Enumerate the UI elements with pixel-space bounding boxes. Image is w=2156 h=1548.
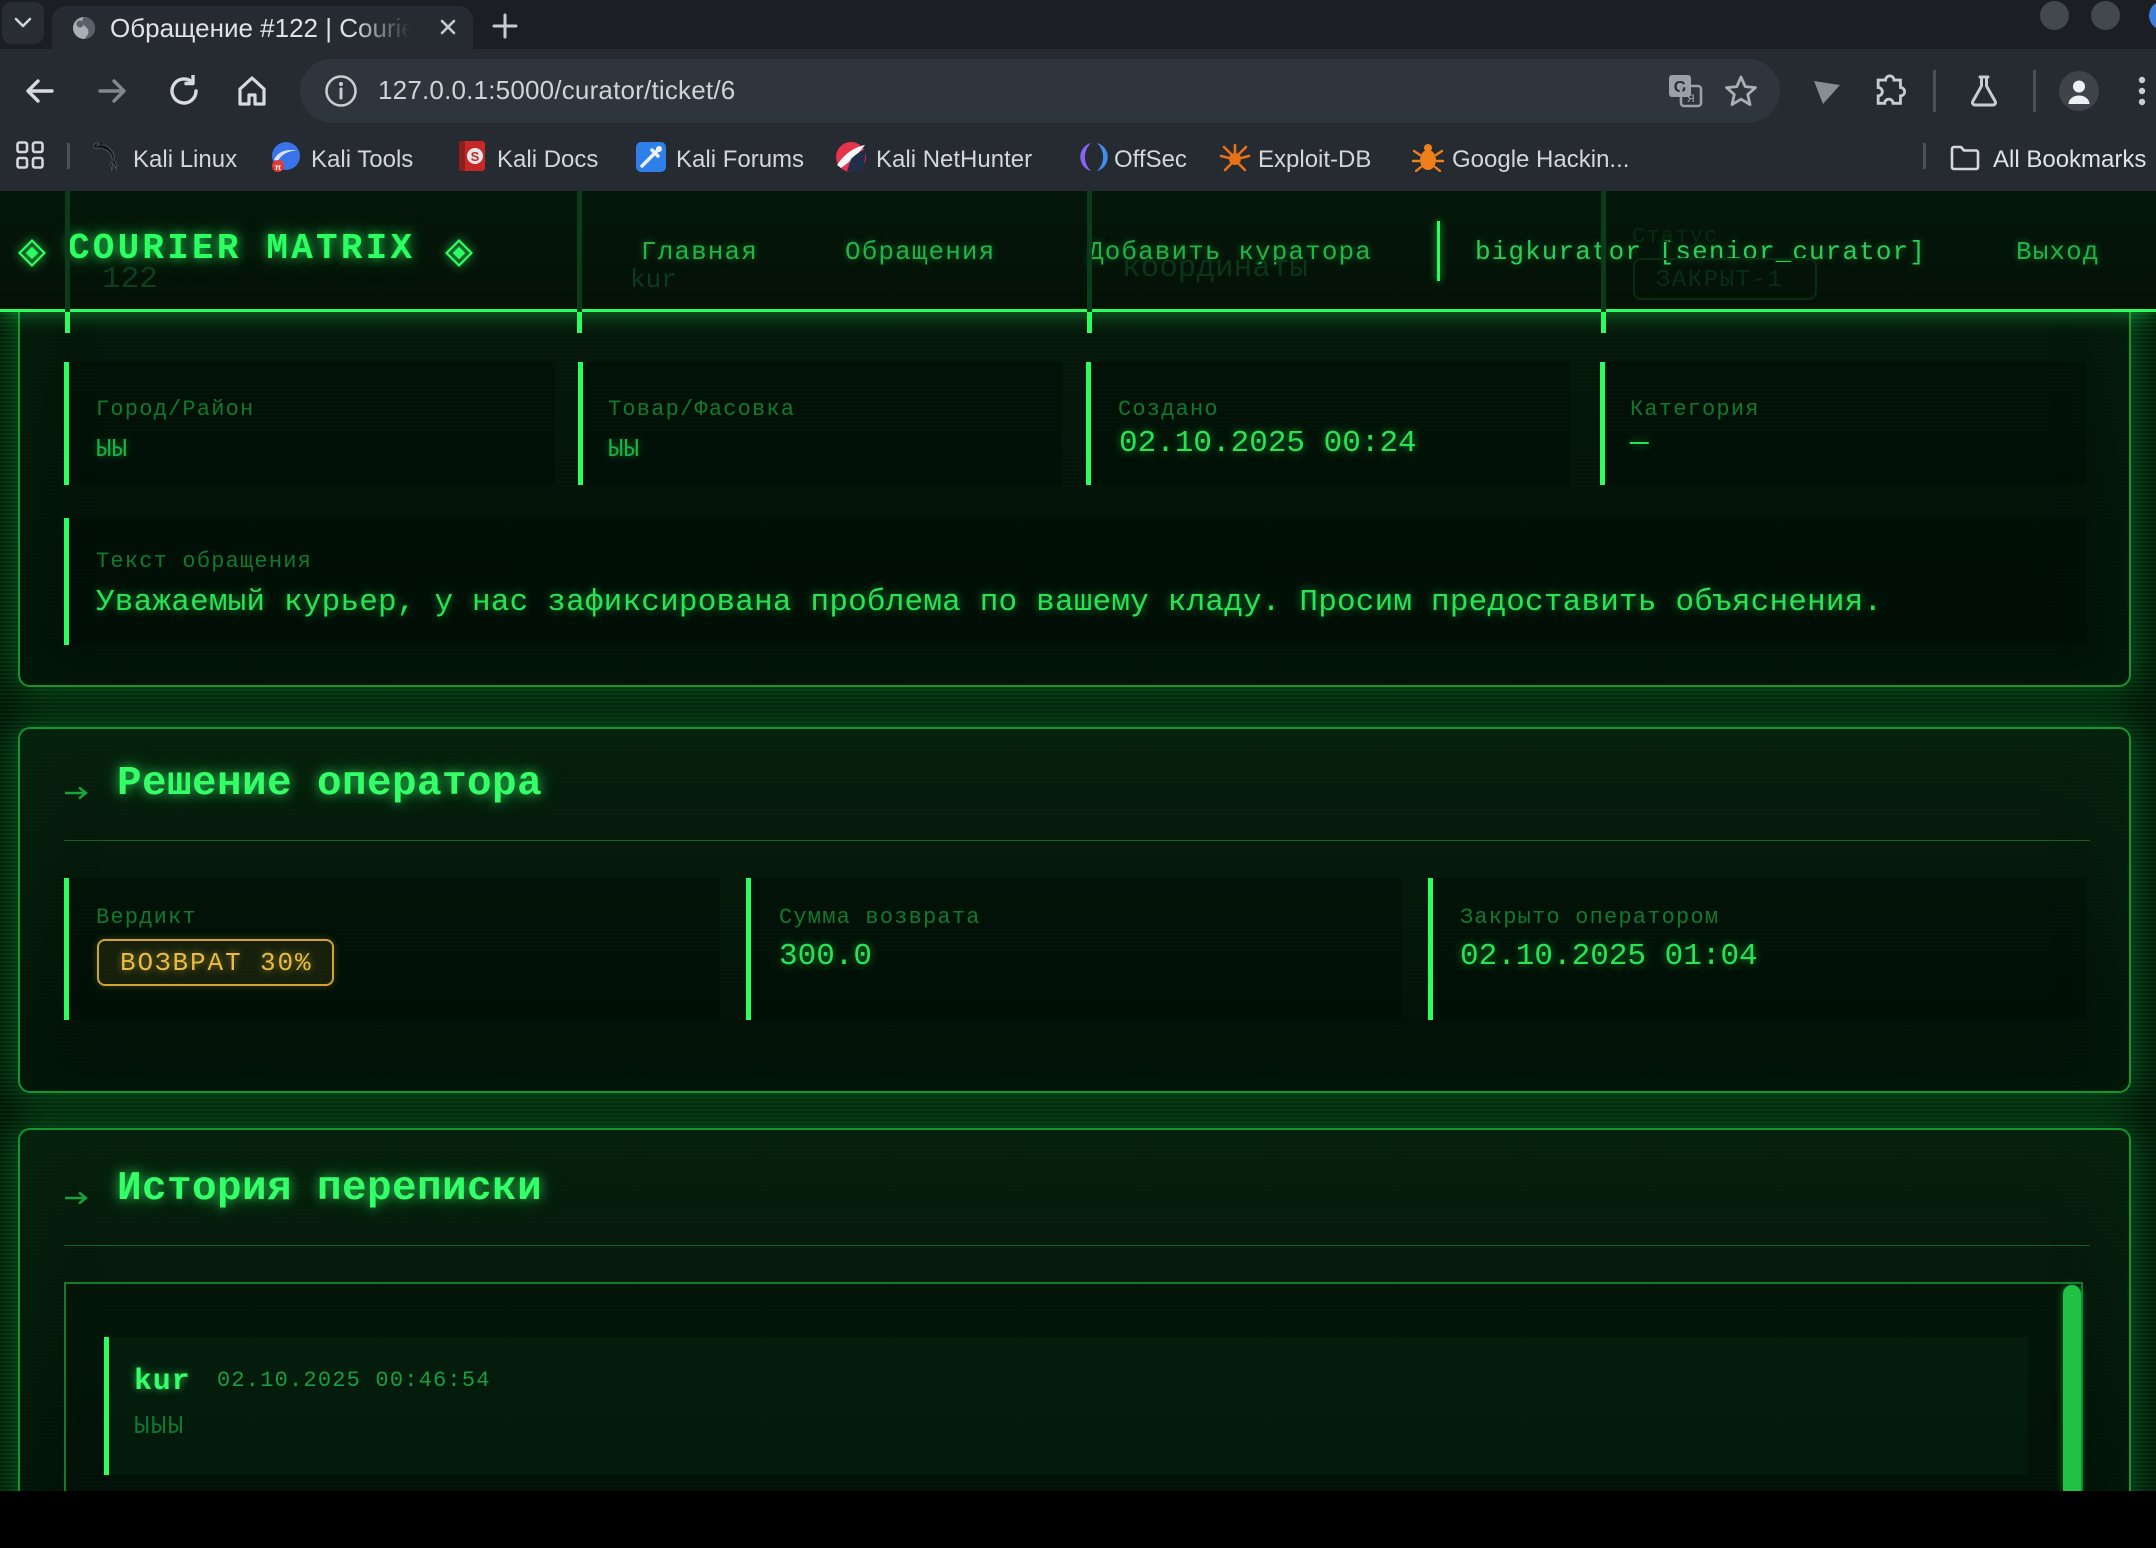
- svg-text:S: S: [471, 149, 480, 164]
- svg-text:π: π: [275, 162, 282, 172]
- svg-text:я: я: [1687, 89, 1695, 105]
